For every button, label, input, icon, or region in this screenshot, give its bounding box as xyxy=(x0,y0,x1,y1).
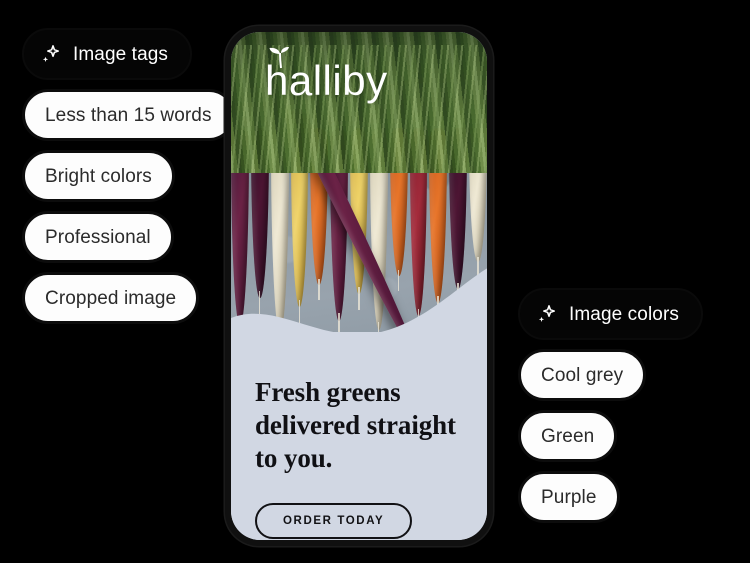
brand-logo: halliby xyxy=(265,47,388,102)
color-pill-purple[interactable]: Purple xyxy=(518,471,620,523)
order-today-button[interactable]: ORDER TODAY xyxy=(255,502,413,539)
image-tags-header[interactable]: Image tags xyxy=(22,28,192,80)
color-label: Green xyxy=(541,425,595,447)
canvas: Image tags Less than 15 words Bright col… xyxy=(0,0,750,563)
color-pill-green[interactable]: Green xyxy=(518,410,618,462)
image-tags-header-label: Image tags xyxy=(73,43,168,65)
phone-mockup: Fresh greens delivered straight to you. … xyxy=(225,26,493,546)
sparkle-icon xyxy=(42,45,60,62)
color-label: Cool grey xyxy=(541,364,624,386)
image-colors-header[interactable]: Image colors xyxy=(518,288,703,340)
image-colors-panel: Image colors Cool grey Green Purple xyxy=(518,288,703,523)
tag-label: Bright colors xyxy=(45,165,152,187)
sparkle-icon xyxy=(538,305,556,322)
tag-label: Cropped image xyxy=(45,287,177,309)
tag-pill-bright-colors[interactable]: Bright colors xyxy=(22,150,175,202)
tag-pill-professional[interactable]: Professional xyxy=(22,211,174,263)
content-panel: Fresh greens delivered straight to you. … xyxy=(231,332,487,540)
tag-pill-cropped-image[interactable]: Cropped image xyxy=(22,272,200,324)
leaf-sprout-icon xyxy=(269,47,289,69)
tag-label: Less than 15 words xyxy=(45,104,212,126)
headline: Fresh greens delivered straight to you. xyxy=(255,377,456,473)
color-pill-cool-grey[interactable]: Cool grey xyxy=(518,349,647,401)
image-colors-header-label: Image colors xyxy=(569,303,679,325)
order-today-label: ORDER TODAY xyxy=(283,514,385,527)
color-label: Purple xyxy=(541,486,597,508)
tag-label: Professional xyxy=(45,226,151,248)
phone-screen: Fresh greens delivered straight to you. … xyxy=(231,32,487,540)
image-tags-panel: Image tags Less than 15 words Bright col… xyxy=(22,28,235,324)
tag-pill-less-than-15-words[interactable]: Less than 15 words xyxy=(22,89,235,141)
